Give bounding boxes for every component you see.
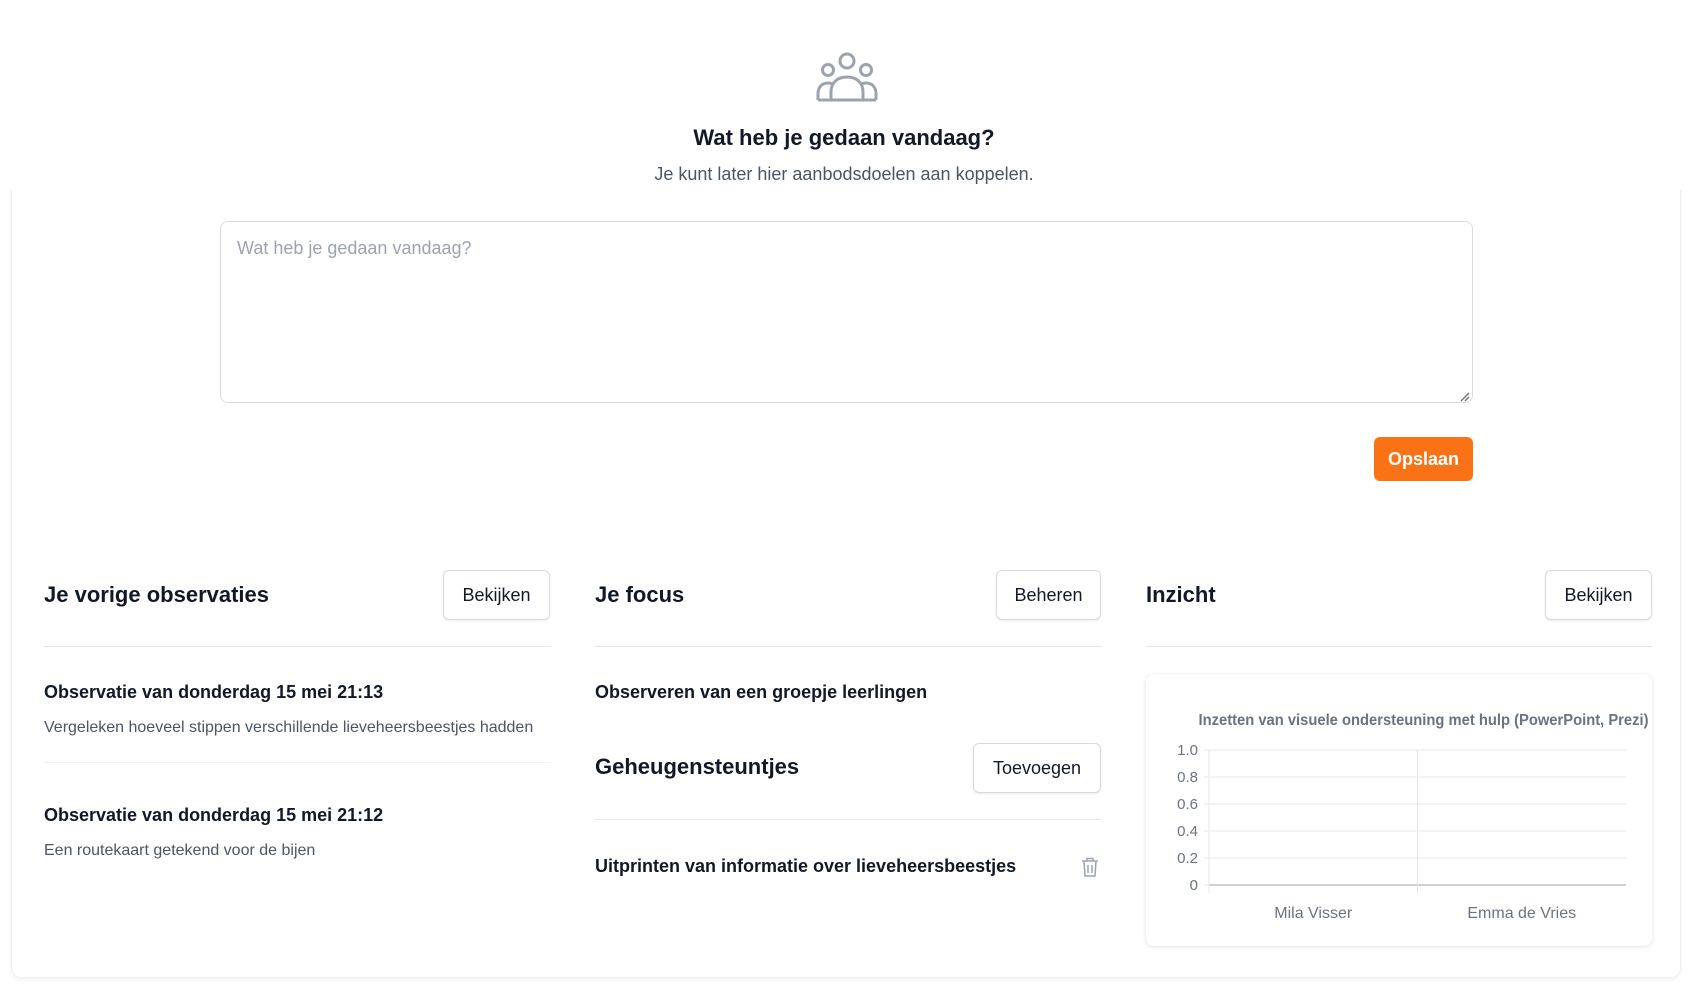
activity-textarea[interactable] — [220, 221, 1473, 403]
focus-title: Je focus — [595, 582, 685, 607]
bar-chart: Inzetten van visuele ondersteuning met h… — [1177, 712, 1649, 922]
y-tick-label: 0.4 — [1177, 823, 1198, 840]
y-tick-label: 0 — [1190, 877, 1198, 894]
observations-title: Je vorige observaties — [44, 582, 270, 607]
divider — [44, 646, 551, 647]
save-button[interactable]: Opslaan — [1374, 437, 1473, 481]
observation-title: Observatie van donderdag 15 mei 21:12 — [44, 805, 384, 825]
users-group-icon — [816, 52, 878, 102]
insight-title: Inzicht — [1146, 582, 1216, 607]
memo-item: Uitprinten van informatie over lieveheer… — [595, 856, 1017, 876]
view-insight-button[interactable]: Bekijken — [1545, 570, 1652, 620]
observation-description: Een routekaart getekend voor de bijen — [44, 842, 316, 859]
chart-title: Inzetten van visuele ondersteuning met h… — [1199, 712, 1649, 729]
x-tick-label: Mila Visser — [1274, 905, 1353, 922]
observation-description: Vergeleken hoeveel stippen verschillende… — [44, 719, 534, 736]
y-tick-label: 0.6 — [1177, 796, 1198, 813]
x-tick-label: Emma de Vries — [1467, 905, 1576, 922]
y-tick-label: 0.8 — [1177, 769, 1198, 786]
add-memo-button[interactable]: Toevoegen — [973, 743, 1101, 793]
page-title: Wat heb je gedaan vandaag? — [693, 125, 995, 150]
manage-focus-button[interactable]: Beheren — [996, 570, 1101, 620]
divider — [1146, 646, 1652, 647]
y-tick-label: 1.0 — [1177, 742, 1198, 759]
divider — [595, 819, 1102, 820]
y-tick-label: 0.2 — [1177, 850, 1198, 867]
memos-title: Geheugensteuntjes — [595, 754, 800, 779]
trash-icon[interactable] — [1080, 856, 1100, 878]
divider — [595, 646, 1102, 647]
divider — [44, 762, 551, 763]
view-observations-button[interactable]: Bekijken — [443, 570, 550, 620]
insight-chart: Inzetten van visuele ondersteuning met h… — [1146, 674, 1652, 946]
page-subtitle: Je kunt later hier aanbodsdoelen aan kop… — [654, 164, 1034, 184]
focus-item: Observeren van een groepje leerlingen — [595, 682, 928, 702]
resize-grip-icon[interactable] — [1458, 390, 1470, 402]
observation-title: Observatie van donderdag 15 mei 21:13 — [44, 682, 384, 702]
